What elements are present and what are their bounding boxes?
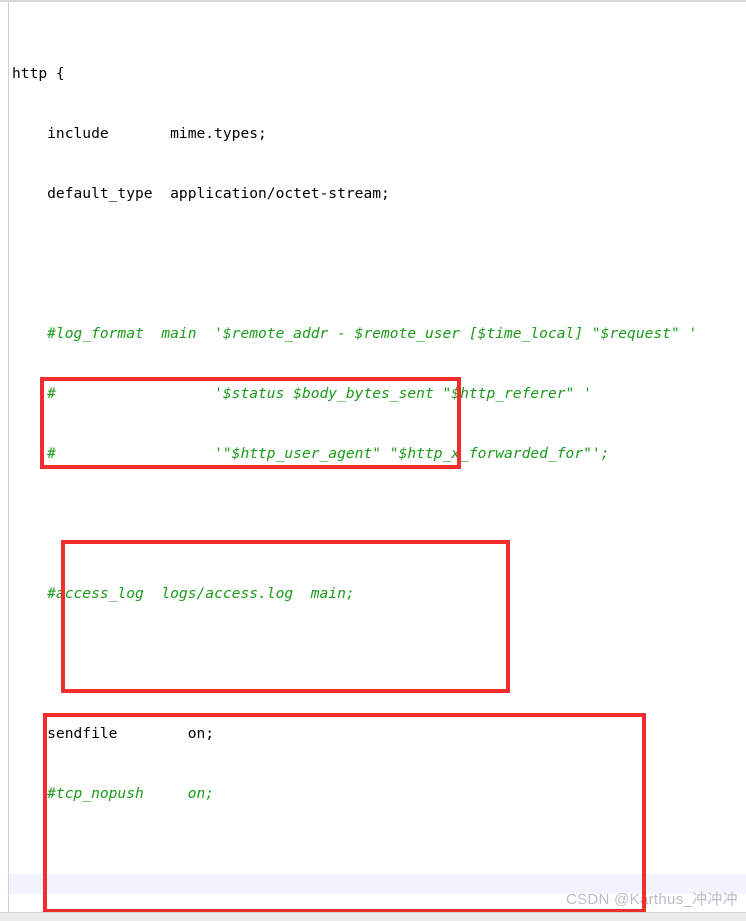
code-editor[interactable]: http { include mime.types; default_type … [0, 0, 746, 912]
code-line[interactable]: # '"$http_user_agent" "$http_x_forwarded… [12, 444, 746, 464]
code-line-blank[interactable] [12, 844, 746, 864]
code-content[interactable]: http { include mime.types; default_type … [12, 4, 746, 912]
code-line[interactable]: #tcp_nopush on; [12, 784, 746, 804]
code-line-blank[interactable] [12, 504, 746, 524]
code-line[interactable]: #log_format main '$remote_addr - $remote… [12, 324, 746, 344]
editor-top-divider [0, 0, 746, 2]
editor-status-bar [0, 912, 746, 921]
code-line[interactable]: http { [12, 64, 746, 84]
code-line[interactable]: # '$status $body_bytes_sent "$http_refer… [12, 384, 746, 404]
code-line[interactable]: include mime.types; [12, 124, 746, 144]
code-line[interactable]: #access_log logs/access.log main; [12, 584, 746, 604]
editor-gutter-divider [8, 2, 9, 912]
code-line-blank[interactable] [12, 644, 746, 664]
code-line-blank[interactable] [12, 244, 746, 264]
code-line[interactable]: default_type application/octet-stream; [12, 184, 746, 204]
csdn-watermark: CSDN @Karthus_冲冲冲 [565, 891, 738, 908]
code-line[interactable]: sendfile on; [12, 724, 746, 744]
